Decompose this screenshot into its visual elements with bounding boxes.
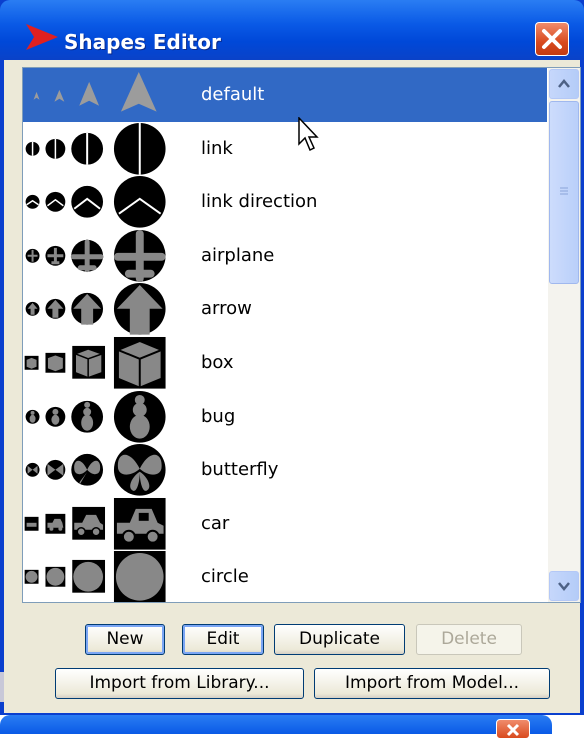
list-item-label: airplane [201, 244, 275, 266]
chevron-down-icon [558, 582, 570, 591]
link-direction-icon [25, 176, 166, 228]
vertical-scrollbar[interactable] [548, 68, 580, 602]
list-item-label: default [201, 84, 265, 105]
list-item-label: link [201, 137, 233, 159]
scroll-down-button[interactable] [549, 571, 579, 601]
close-icon [542, 29, 562, 49]
car-icon [24, 497, 166, 550]
list-item[interactable]: link direction [23, 175, 547, 229]
background-window-edge [0, 672, 4, 702]
list-item[interactable]: bug [23, 390, 547, 444]
list-item-label: link direction [201, 191, 318, 213]
arrow-icon [25, 283, 166, 335]
background-close-button[interactable] [496, 719, 530, 739]
netlogo-turtle-icon [26, 24, 58, 50]
list-item-label: circle [201, 566, 249, 588]
list-item-label: car [201, 512, 230, 534]
list-item[interactable]: car [23, 497, 547, 551]
shapes-editor-window: Shapes Editor default link link directio… [0, 0, 584, 715]
list-item[interactable]: circle [23, 550, 547, 602]
list-item-label: arrow [201, 298, 252, 320]
list-item-label: butterfly [201, 459, 279, 481]
circle-icon [24, 551, 166, 602]
link-icon [25, 122, 166, 175]
list-item[interactable]: arrow [23, 282, 547, 336]
import-from-model-button[interactable]: Import from Model... [314, 668, 550, 699]
list-item[interactable]: airplane [23, 229, 547, 283]
delete-button: Delete [416, 624, 522, 655]
close-icon [506, 723, 520, 737]
bug-icon [25, 390, 166, 443]
duplicate-button[interactable]: Duplicate [274, 624, 405, 655]
airplane-icon [25, 229, 166, 283]
list-item[interactable]: default [23, 68, 547, 122]
list-item-label: bug [201, 405, 236, 427]
default-arrow-icon [33, 71, 157, 112]
background-window-title-bar[interactable] [0, 715, 552, 739]
close-button[interactable] [535, 22, 569, 56]
window-title: Shapes Editor [64, 30, 221, 54]
chevron-up-icon [558, 79, 570, 88]
new-button[interactable]: New [85, 624, 165, 655]
edit-button[interactable]: Edit [182, 624, 264, 655]
butterfly-icon [25, 444, 166, 496]
mouse-cursor-icon [298, 117, 319, 152]
box-icon [24, 336, 166, 389]
import-from-library-button[interactable]: Import from Library... [55, 668, 304, 699]
list-item-label: box [201, 352, 234, 373]
title-bar[interactable]: Shapes Editor [0, 0, 584, 60]
list-item[interactable]: box [23, 336, 547, 390]
list-item[interactable]: butterfly [23, 443, 547, 497]
list-item[interactable]: link [23, 122, 547, 176]
scroll-up-button[interactable] [549, 69, 579, 99]
scroll-thumb[interactable] [549, 101, 579, 284]
grip-icon [560, 187, 568, 195]
